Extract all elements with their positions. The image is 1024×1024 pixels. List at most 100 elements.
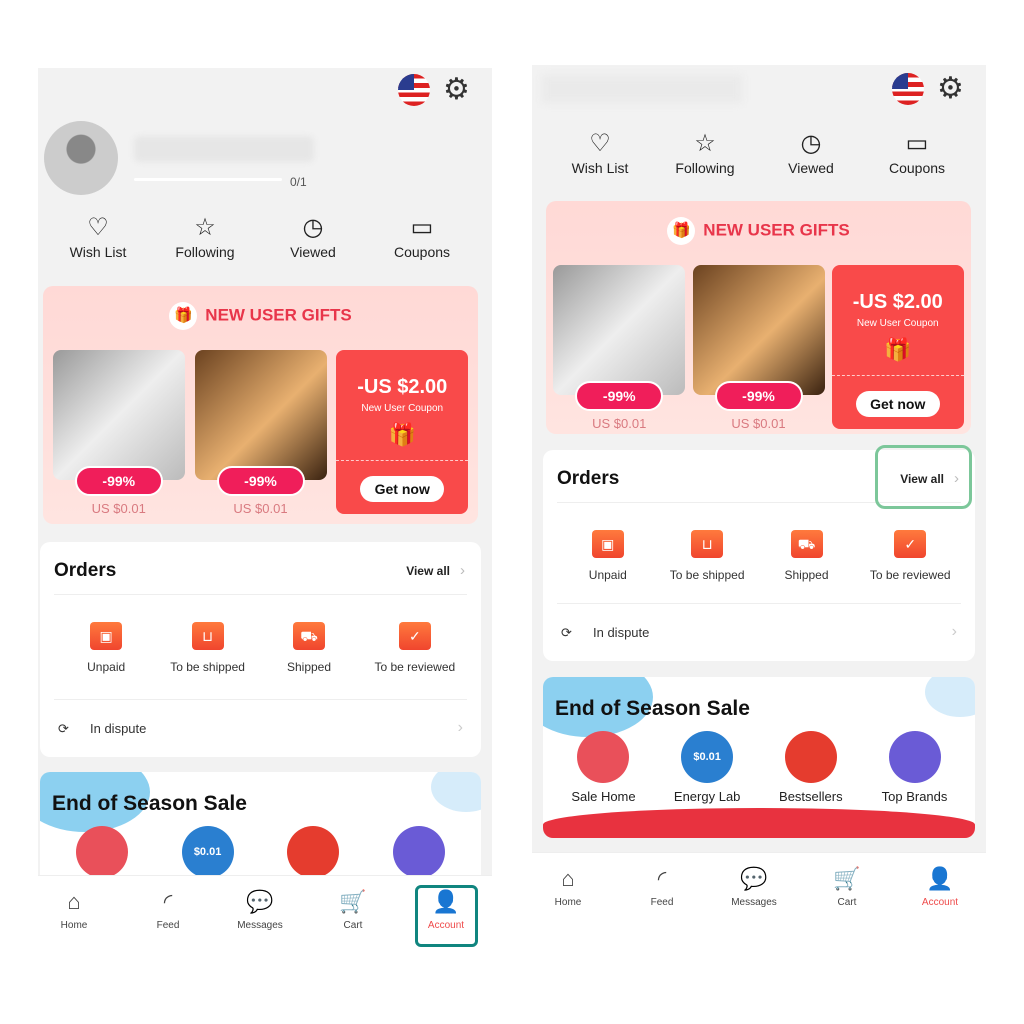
avatar[interactable] xyxy=(44,121,118,195)
sale-label: Energy Lab xyxy=(673,789,741,804)
order-unpaid[interactable]: ▣ Unpaid xyxy=(553,530,663,582)
end-of-season-sale-card[interactable]: End of Season SaleSale Home$0.01Energy L… xyxy=(543,677,975,838)
sale-sale-home[interactable]: Sale Home xyxy=(553,731,653,804)
nav-label: Cart xyxy=(343,920,363,931)
sale-thumbnail xyxy=(393,826,446,878)
coupon-amount: -US $2.00 xyxy=(357,376,448,398)
quick-wish-list[interactable]: ♡ Wish List xyxy=(550,130,650,176)
sale-label: Top Brands xyxy=(881,789,948,804)
gift-box-icon: 🎁 xyxy=(884,337,912,362)
order-shipped[interactable]: ⛟ Shipped xyxy=(752,530,862,582)
sale-bestsellers[interactable]: Bestsellers xyxy=(761,731,861,804)
dispute-label: In dispute xyxy=(90,721,147,736)
nav-account[interactable]: 👤 Account xyxy=(900,865,980,908)
nav-cart[interactable]: 🛒 Cart xyxy=(807,865,887,908)
in-dispute-row[interactable]: ⟳ In dispute xyxy=(561,625,649,641)
feed-icon: ◜ xyxy=(163,889,173,914)
nav-label: Feed xyxy=(156,920,180,931)
gear-icon[interactable]: ⚙ xyxy=(443,74,470,106)
product-image[interactable] xyxy=(194,350,327,480)
quick-coupons[interactable]: ▭ Coupons xyxy=(372,214,472,260)
get-now-button[interactable]: Get now xyxy=(360,476,445,502)
dispute-dollar-icon: ⟳ xyxy=(561,625,572,640)
product-price: US $0.01 xyxy=(233,501,288,516)
order-label: To be shipped xyxy=(669,568,745,582)
us-flag-icon[interactable] xyxy=(398,74,430,106)
review-icon: ✓ xyxy=(398,622,431,650)
coupon-subtitle: New User Coupon xyxy=(361,403,444,414)
truck-icon: ⛟ xyxy=(293,622,325,650)
nav-home[interactable]: ⌂ Home xyxy=(38,888,114,931)
order-to-be-shipped[interactable]: ⊔ To be shipped xyxy=(153,622,263,674)
dispute-dollar-icon: ⟳ xyxy=(58,721,69,736)
quick-label: Following xyxy=(175,244,235,260)
gifts-title: 🎁 NEW USER GIFTS xyxy=(546,217,971,245)
gift-box-icon: 🎁 xyxy=(388,422,416,447)
new-user-gifts-card[interactable]: 🎁 NEW USER GIFTS -99% US $0.01 -99% US $0.01 -… xyxy=(43,286,478,524)
in-dispute-row[interactable]: ⟳ In dispute xyxy=(58,721,146,737)
new-user-gifts-card[interactable]: 🎁 NEW USER GIFTS -99% US $0.01 -99% US $0.01 -… xyxy=(546,201,971,434)
discount-badge: -99% xyxy=(575,381,664,411)
order-to-be-reviewed[interactable]: ✓ To be reviewed xyxy=(360,622,470,674)
decor-blob xyxy=(431,772,481,812)
view-all-orders-link[interactable]: View all › xyxy=(406,562,465,579)
orders-card: Orders View all › ▣ Unpaid ⊔ To be shipped ⛟ Shi… xyxy=(40,542,481,757)
sale-banner-wave xyxy=(543,808,975,838)
chevron-right-icon: › xyxy=(951,623,957,640)
coupon-card[interactable]: -US $2.00 New User Coupon 🎁 Get now xyxy=(831,265,964,429)
coupon-card[interactable]: -US $2.00 New User Coupon 🎁 Get now xyxy=(336,350,469,514)
chevron-right-icon: › xyxy=(457,719,463,736)
wallet-icon: ▣ xyxy=(90,622,123,650)
home-icon: ⌂ xyxy=(561,866,575,891)
star-icon: ☆ xyxy=(694,130,716,157)
divider xyxy=(54,594,467,595)
gift-icon: 🎁 xyxy=(169,302,198,330)
quick-following[interactable]: ☆ Following xyxy=(655,130,755,176)
sale-top-brands[interactable]: Top Brands xyxy=(865,731,965,804)
order-to-be-reviewed[interactable]: ✓ To be reviewed xyxy=(855,530,965,582)
gear-icon[interactable]: ⚙ xyxy=(937,73,964,105)
order-label: Unpaid xyxy=(87,660,126,674)
quick-viewed[interactable]: ◷ Viewed xyxy=(263,214,363,260)
get-now-button[interactable]: Get now xyxy=(855,391,940,417)
product-image[interactable] xyxy=(553,265,686,395)
ticket-icon: ▭ xyxy=(905,130,929,157)
box-icon: ⊔ xyxy=(691,530,724,558)
decor-blob xyxy=(925,677,975,717)
review-icon: ✓ xyxy=(894,530,927,558)
end-of-season-sale-card[interactable]: End of Season SaleSale Home$0.01Energy L… xyxy=(40,772,481,892)
quick-viewed[interactable]: ◷ Viewed xyxy=(761,130,861,176)
quick-following[interactable]: ☆ Following xyxy=(155,214,255,260)
quick-wish-list[interactable]: ♡ Wish List xyxy=(48,214,148,260)
username-blurred xyxy=(134,136,314,162)
nav-home[interactable]: ⌂ Home xyxy=(532,865,608,908)
nav-label: Account xyxy=(921,897,959,908)
sale-title: End of Season Sale xyxy=(52,792,247,815)
coupon-subtitle: New User Coupon xyxy=(856,318,939,329)
order-unpaid[interactable]: ▣ Unpaid xyxy=(51,622,161,674)
discount-badge: -99% xyxy=(714,381,803,411)
nav-messages[interactable]: 💬 Messages xyxy=(714,865,794,908)
quick-label: Following xyxy=(675,160,735,176)
order-label: To be reviewed xyxy=(869,568,951,582)
nav-label: Home xyxy=(60,920,88,931)
nav-feed[interactable]: ◜ Feed xyxy=(622,865,702,908)
orders-title: Orders xyxy=(557,468,620,489)
star-icon: ☆ xyxy=(194,214,216,241)
nav-label: Home xyxy=(554,897,582,908)
order-shipped[interactable]: ⛟ Shipped xyxy=(254,622,364,674)
product-image[interactable] xyxy=(692,265,825,395)
clock-icon: ◷ xyxy=(302,214,324,241)
us-flag-icon[interactable] xyxy=(892,73,924,105)
nav-feed[interactable]: ◜ Feed xyxy=(128,888,208,931)
coupon-divider xyxy=(831,375,964,376)
nav-cart[interactable]: 🛒 Cart xyxy=(313,888,393,931)
order-to-be-shipped[interactable]: ⊔ To be shipped xyxy=(652,530,762,582)
feed-icon: ◜ xyxy=(657,866,667,891)
nav-label: Messages xyxy=(237,920,283,931)
sale-energy-lab[interactable]: $0.01 Energy Lab xyxy=(657,731,757,804)
home-icon: ⌂ xyxy=(67,889,81,914)
product-image[interactable] xyxy=(52,350,185,480)
nav-messages[interactable]: 💬 Messages xyxy=(220,888,300,931)
quick-coupons[interactable]: ▭ Coupons xyxy=(867,130,967,176)
